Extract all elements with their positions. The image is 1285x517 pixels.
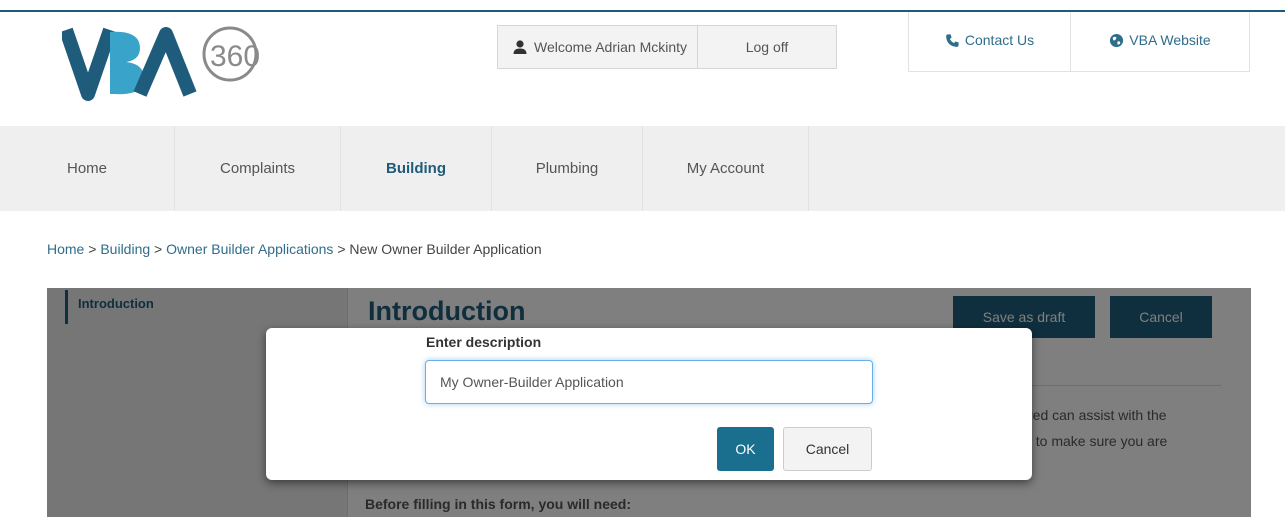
nav-complaints[interactable]: Complaints: [175, 126, 341, 211]
logo-graphic: 360: [59, 26, 260, 101]
top-links: Contact Us VBA Website: [908, 12, 1250, 72]
logo-suffix: 360: [210, 40, 260, 73]
breadcrumb-owner-builder-applications[interactable]: Owner Builder Applications: [166, 241, 333, 257]
phone-icon: [946, 34, 959, 47]
description-dialog: Enter description OK Cancel: [266, 328, 1032, 480]
breadcrumb-separator: >: [337, 241, 350, 257]
breadcrumb-separator: >: [88, 241, 101, 257]
description-input[interactable]: [425, 360, 873, 404]
main-nav: Home Complaints Building Plumbing My Acc…: [0, 126, 1285, 211]
ok-button[interactable]: OK: [717, 427, 774, 471]
breadcrumb-separator: >: [154, 241, 167, 257]
globe-icon: [1110, 33, 1124, 48]
nav-building[interactable]: Building: [341, 126, 492, 211]
vba360-logo[interactable]: 360: [59, 22, 282, 107]
vba-website-link[interactable]: VBA Website: [1071, 12, 1249, 71]
welcome-text: Welcome Adrian Mckinty: [534, 39, 688, 55]
nav-my-account[interactable]: My Account: [643, 126, 809, 211]
contact-us-label: Contact Us: [964, 32, 1035, 48]
breadcrumb-home[interactable]: Home: [47, 241, 84, 257]
logoff-button[interactable]: Log off: [698, 26, 836, 68]
welcome-user: Welcome Adrian Mckinty: [498, 26, 699, 68]
breadcrumb-building[interactable]: Building: [100, 241, 150, 257]
breadcrumb-current: New Owner Builder Application: [349, 241, 542, 257]
description-label: Enter description: [426, 334, 542, 350]
user-icon: [513, 40, 527, 54]
contact-us-link[interactable]: Contact Us: [909, 12, 1071, 71]
nav-home[interactable]: Home: [0, 126, 175, 211]
dialog-cancel-button[interactable]: Cancel: [783, 427, 872, 471]
breadcrumb: Home > Building > Owner Builder Applicat…: [47, 241, 542, 257]
nav-plumbing[interactable]: Plumbing: [492, 126, 643, 211]
user-box: Welcome Adrian Mckinty Log off: [497, 25, 837, 69]
vba-website-label: VBA Website: [1129, 32, 1211, 48]
